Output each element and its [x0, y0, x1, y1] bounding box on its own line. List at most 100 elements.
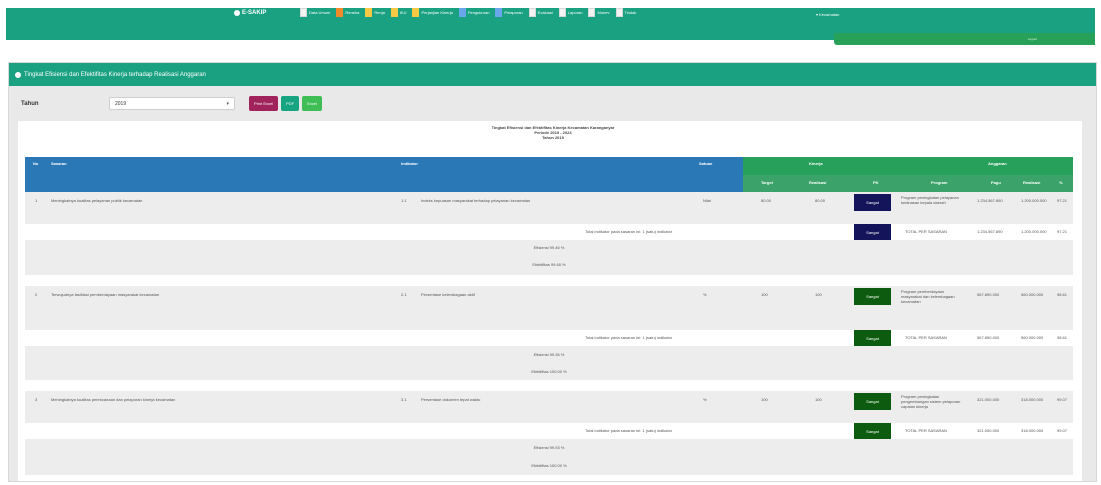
year-select[interactable]: 2019 ▾: [109, 97, 235, 110]
menu-item[interactable]: Renja: [365, 8, 385, 17]
menu-item[interactable]: Renstra: [336, 8, 359, 17]
user-menu[interactable]: ▾ Kecamatan: [816, 12, 839, 17]
year-filter: Tahun 2019 ▾: [21, 97, 235, 110]
subtotal-pagu: 321.000.000: [977, 428, 1000, 433]
header-indikator: Indikator: [401, 161, 418, 166]
report-title-line: Tahun 2019: [542, 135, 564, 140]
doc-icon: [495, 8, 503, 17]
row-real: 560.000.000: [1021, 292, 1044, 297]
row-pct: 97.21: [1057, 198, 1068, 203]
header-program: Program: [931, 180, 948, 185]
doc-icon: [365, 8, 373, 17]
subtotal-real: 318.000.000: [1021, 428, 1044, 433]
row-pagu: 567.890.000: [977, 292, 1000, 297]
row-program: Program peningkatan pelayanan kedinasan …: [901, 195, 959, 205]
pk-badge: Sangat: [854, 393, 891, 410]
brand-logo-icon: [234, 10, 240, 16]
subtotal-badge: Sangat: [854, 423, 891, 439]
doc-icon: [458, 8, 466, 17]
pk-badge-label: Sangat: [866, 294, 879, 299]
menu-item-label: Pelaporan: [504, 10, 523, 15]
efektifitas-value: Efektifitas 100.00 %: [531, 463, 567, 468]
doc-icon: [558, 8, 566, 17]
menu-item[interactable]: Evaluasi: [528, 8, 553, 17]
row-satuan: Nilai: [703, 198, 711, 203]
row-indikator-no: 2.1: [401, 292, 407, 297]
subtotal-program: TOTAL PER SASARAN: [905, 428, 947, 433]
report-title: Tingkat Efisiensi dan Efektifitas Kinerj…: [428, 125, 678, 140]
row-sasaran: Meningkatnya kualitas pelayanan publik k…: [51, 198, 143, 203]
subtotal-row: Total indikator pada sasaran ini: 1 (sat…: [25, 423, 1073, 439]
row-indikator: Persentase dokumen tepat waktu: [421, 397, 481, 402]
subtotal-row: Total indikator pada sasaran ini: 1 (sat…: [25, 330, 1073, 346]
print-button[interactable]: Print Excel: [249, 96, 279, 111]
menu-item[interactable]: Tindak: [615, 8, 637, 17]
subtotal-real: 1.200.000.000: [1021, 229, 1047, 234]
header-anggaran: Anggaran: [988, 161, 1007, 166]
header-satuan: Satuan: [699, 161, 713, 166]
menu-item-label: Tindak: [624, 10, 637, 15]
anggaran-subheader: Program Pagu Realisasi %: [911, 175, 1073, 192]
row-no: 2: [35, 292, 38, 297]
table-header-main: No Sasaran Indikator Satuan: [25, 157, 743, 192]
menu-item[interactable]: Pengukuran: [458, 8, 489, 17]
subtotal-badge-label: Sangat: [866, 428, 879, 434]
brand[interactable]: E-SAKIP: [234, 10, 266, 16]
header-pk: PK: [873, 180, 879, 185]
pdf-button[interactable]: PDF: [281, 96, 300, 111]
subtotal-real: 560.000.000: [1021, 335, 1044, 340]
menu-item-label: Data Umum: [309, 10, 331, 15]
excel-button[interactable]: Excel: [302, 96, 322, 111]
efisiensi-row: Efisiensi 99.36 %: [25, 346, 1073, 363]
main-menu: Data Umum Renstra Renja IKU Perjanjian Kiner…: [300, 8, 636, 17]
row-real: 318.000.000: [1021, 397, 1044, 402]
row-target: 100: [761, 397, 768, 402]
brand-label: E-SAKIP: [242, 10, 267, 16]
sasaran-row: 2 Terwujudnya fasilitasi pemberdayaan mas…: [25, 286, 1073, 330]
table-header-kinerja-anggaran: Kinerja Anggaran Target Realisasi PK Pro…: [743, 157, 1073, 192]
efektifitas-value: Efektifitas 99.48 %: [532, 262, 566, 267]
menu-item[interactable]: Laporan: [558, 8, 583, 17]
row-pct: 98.61: [1057, 292, 1068, 297]
subtotal-pagu: 1.234.567.890: [977, 229, 1003, 234]
subtotal-badge: Sangat: [854, 224, 891, 240]
menu-item[interactable]: IKU: [390, 8, 406, 17]
efisiensi-value: Efisiensi 99.46 %: [533, 245, 565, 250]
row-pct: 99.07: [1057, 397, 1068, 402]
menu-item[interactable]: Perjanjian Kinerja: [412, 8, 453, 17]
efektifitas-row: Efektifitas 99.48 %: [25, 255, 1073, 275]
doc-icon: [615, 8, 623, 17]
efisiensi-row: Efisiensi 99.46 %: [25, 240, 1073, 255]
subtotal-label: Total indikator pada sasaran ini: 1 (sat…: [585, 335, 673, 340]
excel-button-label: Excel: [307, 101, 317, 106]
header-kinerja: Kinerja: [809, 161, 823, 166]
row-target: 80.00: [761, 198, 772, 203]
row-program: Program peningkatan pengembangan sistem …: [901, 394, 961, 409]
menu-item-label: Renstra: [345, 10, 360, 15]
row-satuan: %: [703, 292, 707, 297]
pk-badge: Sangat: [854, 194, 891, 211]
subtotal-pct: 98.61: [1057, 335, 1068, 340]
row-pagu: 1.234.567.890: [977, 198, 1003, 203]
efektifitas-row: Efektifitas 100.00 %: [25, 363, 1073, 380]
pk-badge-label: Sangat: [866, 399, 879, 404]
subtotal-badge-label: Sangat: [866, 229, 879, 235]
year-select-value: 2019: [115, 100, 127, 107]
year-label: Tahun: [21, 100, 39, 107]
menu-item[interactable]: Data Umum: [300, 8, 330, 17]
subtotal-program: TOTAL PER SASARAN: [905, 335, 947, 340]
chart-icon: [15, 71, 21, 78]
row-target: 100: [761, 292, 768, 297]
kinerja-subheader: Target Realisasi PK: [743, 175, 911, 192]
menu-item-label: Laporan: [567, 10, 583, 15]
subtotal-badge: Sangat: [854, 330, 891, 346]
subtotal-program: TOTAL PER SASARAN: [905, 229, 947, 234]
sasaran-row: 3 Meningkatnya kualitas perencanaan dan p…: [25, 391, 1073, 423]
menu-item[interactable]: Monev: [588, 8, 610, 17]
efisiensi-row: Efisiensi 99.93 %: [25, 439, 1073, 457]
header-realisasi: Realisasi: [809, 180, 827, 185]
menu-item[interactable]: Pelaporan: [495, 8, 523, 17]
logout-link[interactable]: Logout: [1028, 37, 1037, 41]
user-label: Kecamatan: [819, 12, 840, 17]
header-percent: %: [1059, 180, 1063, 185]
